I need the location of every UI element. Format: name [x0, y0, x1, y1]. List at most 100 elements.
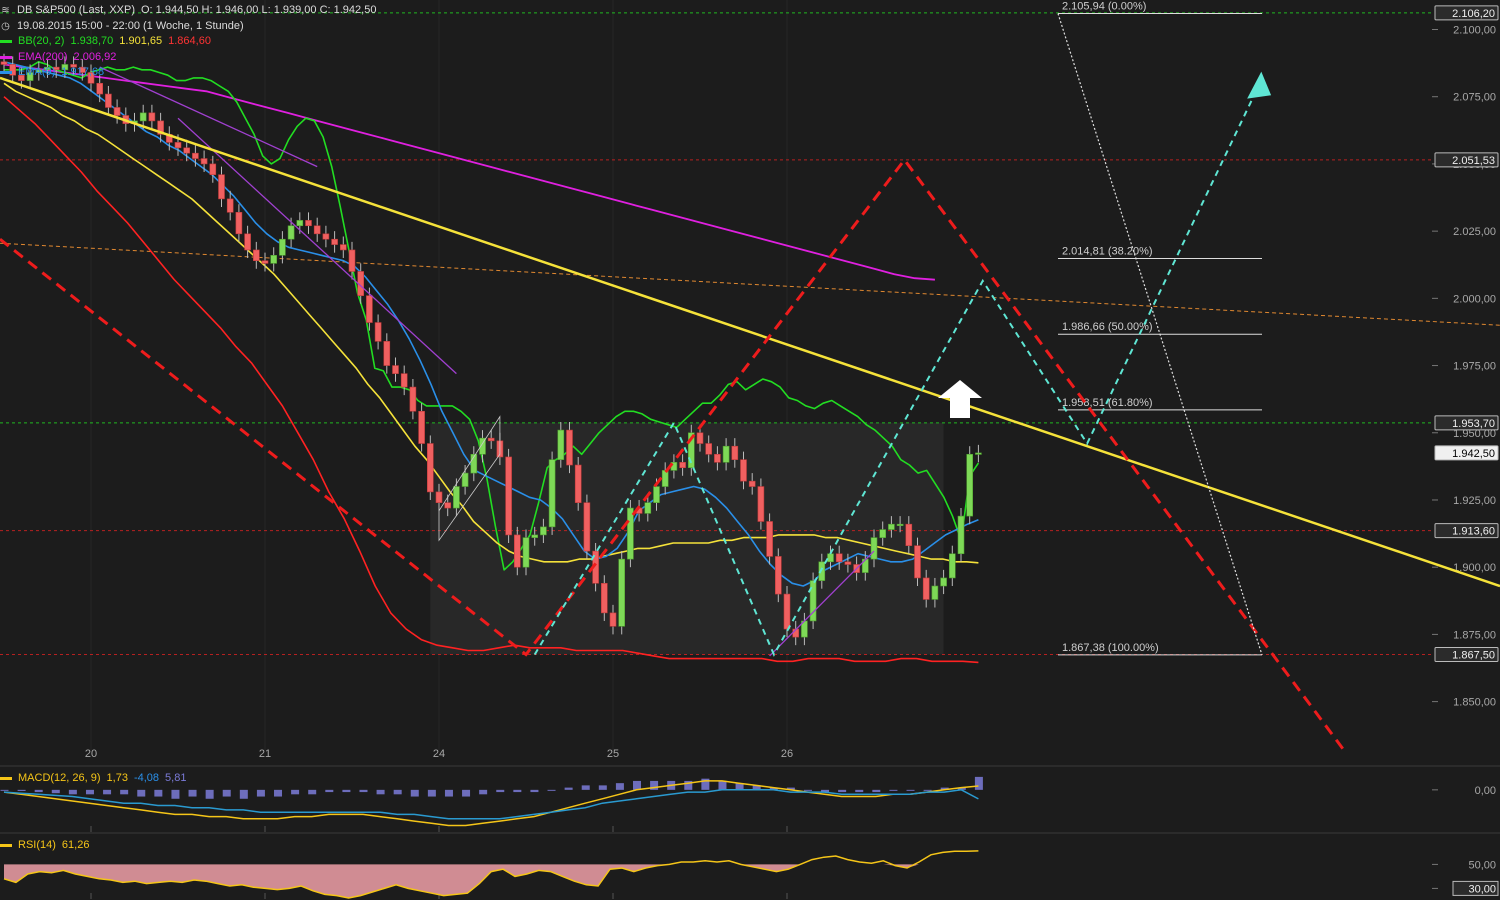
candle-body [209, 163, 217, 175]
candle-body [374, 322, 382, 342]
macd-histogram-bar [0, 789, 9, 791]
indicator-row-ema9[interactable]: EMA(9) 1.917,68 [0, 65, 520, 81]
candle-body [940, 577, 947, 587]
y-tick-label: 1.975,00 [1453, 361, 1496, 373]
x-day-label: 25 [607, 748, 619, 760]
macd-histogram-bar [581, 785, 590, 790]
candle-body [627, 507, 634, 560]
macd-histogram-bar [718, 780, 727, 790]
candle-body [174, 142, 182, 149]
y-tick-label: 2.100,00 [1453, 25, 1496, 37]
candle-body [714, 453, 721, 463]
candle-body [105, 93, 112, 108]
ema200-line [3, 63, 935, 281]
rsi-value: 61,26 [61, 839, 90, 851]
macd-histogram-bar [171, 789, 180, 799]
candle-body [618, 558, 626, 627]
candle-body [435, 491, 443, 503]
price-level-label: 2.051,53 [1452, 155, 1495, 167]
macd-histogram-bar [376, 789, 385, 795]
candle-body [696, 432, 704, 444]
candle-body [200, 158, 208, 165]
macd-histogram-bar [427, 789, 436, 797]
macd-histogram-bar [34, 789, 43, 793]
rsi-axis-label: 50,00 [1468, 859, 1496, 871]
candle-body [931, 585, 939, 600]
candle-body [192, 152, 199, 159]
x-day-label: 21 [259, 748, 271, 760]
candle-body [453, 486, 460, 509]
macd-histogram-bar [479, 789, 488, 795]
candle-body [740, 459, 747, 482]
indicator-row-bb[interactable]: BB(20, 2) 1.938,70 1.901,65 1.864,60 [0, 34, 520, 50]
candle-body [305, 220, 312, 227]
macd-histogram-bar [530, 789, 539, 793]
y-tick-label: 2.025,00 [1453, 226, 1496, 238]
macd-histogram-bar [564, 787, 573, 790]
candle-body [487, 437, 495, 442]
y-tick-label: 1.850,00 [1453, 697, 1496, 709]
ohlc-values: O: 1.944,50 H: 1.946,00 L: 1.939,00 C: 1… [141, 4, 377, 16]
instrument-row: ≋ DB S&P500 (Last, XXP) O: 1.944,50 H: 1… [0, 3, 520, 19]
ema9-swatch [0, 71, 12, 75]
candle-body [218, 174, 225, 200]
cyan-arrow-head [1247, 71, 1272, 99]
candle-body [339, 244, 347, 251]
candle-body [322, 233, 330, 240]
candle-body [644, 502, 652, 514]
candle-body [444, 502, 452, 509]
fib-label: 2.105,94 (0.00%) [1062, 1, 1146, 13]
y-tick-label: 2.075,00 [1453, 92, 1496, 104]
candle-body [366, 295, 373, 323]
fib-label: 1.867,38 (100.00%) [1062, 642, 1159, 654]
macd-histogram-bar [615, 783, 624, 790]
macd-histogram-bar [154, 789, 163, 797]
candle-body [348, 249, 356, 272]
clock-icon: ◷ [1, 20, 10, 32]
candle-body [731, 445, 739, 460]
purple-channel-line [99, 66, 318, 168]
candle-body [566, 429, 573, 466]
candle-body [313, 225, 321, 235]
candle-body [183, 147, 190, 154]
price-chart[interactable]: 1.850,001.875,001.900,001.925,001.950,00… [0, 0, 1500, 900]
rsi-oversold-fill [4, 864, 979, 898]
candle-body [888, 523, 895, 530]
candle-body [574, 464, 582, 503]
price-level-label: 1.942,50 [1452, 448, 1495, 460]
macd-label: MACD(12, 26, 9) [18, 772, 101, 784]
macd-histogram-bar [598, 785, 607, 790]
purple-channel-line [177, 117, 457, 375]
x-day-label: 26 [781, 748, 793, 760]
macd-signal-value: -4,08 [133, 772, 160, 784]
candle-body [975, 452, 982, 455]
bb-lower-value: 1.864,60 [168, 35, 211, 47]
candle-body [705, 443, 713, 455]
candle-body [531, 534, 539, 538]
instrument-name: DB S&P500 (Last, XXP) [17, 4, 135, 16]
fib-label: 1.986,66 (50.00%) [1062, 321, 1153, 333]
candle-body [966, 453, 974, 517]
macd-histogram-bar [889, 789, 898, 791]
y-tick-label: 1.925,00 [1453, 495, 1496, 507]
macd-histogram-bar [513, 789, 522, 793]
macd-histogram-bar [51, 789, 60, 794]
macd-histogram-bar [974, 776, 983, 790]
candle-body [461, 472, 469, 487]
ema200-swatch [0, 55, 12, 59]
candle-body [679, 462, 686, 469]
candle-body [748, 480, 756, 487]
macd-header[interactable]: MACD(12, 26, 9) 1,73 -4,08 5,81 [0, 772, 186, 784]
macd-histogram-bar [444, 789, 453, 797]
candle-body [96, 82, 103, 95]
bb-upper-value: 1.938,70 [70, 35, 114, 47]
candle-body [279, 238, 286, 256]
rsi-header[interactable]: RSI(14) 61,26 [0, 839, 89, 851]
candle-body [922, 577, 930, 600]
candle-body [835, 553, 843, 563]
candle-body [148, 112, 156, 122]
macd-histogram-bar [547, 789, 556, 791]
y-tick-label: 1.875,00 [1453, 629, 1496, 641]
macd-histogram-bar [633, 780, 642, 790]
indicator-row-ema200[interactable]: EMA(200) 2.006,92 [0, 50, 520, 66]
